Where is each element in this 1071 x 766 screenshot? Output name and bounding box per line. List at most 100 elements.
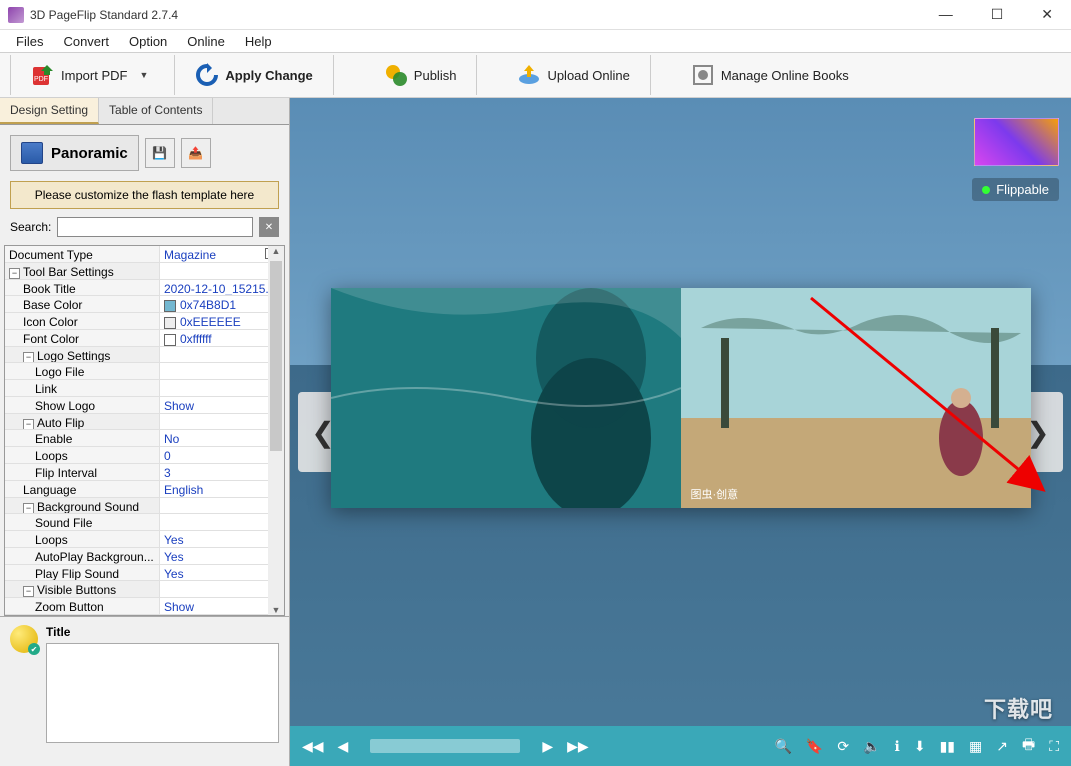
prop-key[interactable]: Play Flip Sound bbox=[5, 565, 160, 582]
prop-key[interactable]: Show Logo bbox=[5, 397, 160, 414]
prop-value[interactable]: Magazine▼ bbox=[160, 246, 284, 263]
import-pdf-button[interactable]: PDF Import PDF ▼ bbox=[23, 59, 162, 91]
prop-key[interactable]: Language bbox=[5, 481, 160, 498]
prop-value[interactable]: Yes bbox=[160, 548, 284, 565]
book-page-right[interactable]: 图虫·创意 bbox=[681, 288, 1031, 508]
last-page-button[interactable]: ▶▶ bbox=[567, 738, 589, 755]
book-page-left[interactable] bbox=[331, 288, 681, 508]
prop-value[interactable]: Yes bbox=[160, 531, 284, 548]
tab-design-setting[interactable]: Design Setting bbox=[0, 98, 99, 124]
book-preview[interactable]: 图虫·创意 bbox=[331, 288, 1031, 508]
first-page-button[interactable]: ◀◀ bbox=[302, 738, 324, 755]
prop-key[interactable]: Link bbox=[5, 380, 160, 397]
prop-value[interactable] bbox=[160, 498, 284, 515]
export-template-button[interactable]: 📤 bbox=[181, 138, 211, 168]
menu-convert[interactable]: Convert bbox=[55, 32, 117, 51]
autoflip-button[interactable]: ⟳ bbox=[837, 738, 849, 755]
prop-key[interactable]: Logo File bbox=[5, 363, 160, 380]
prop-key[interactable]: Sound File bbox=[5, 514, 160, 531]
search-input[interactable] bbox=[57, 217, 253, 237]
upload-online-button[interactable]: Upload Online bbox=[509, 59, 637, 91]
prop-key[interactable]: AutoPlay Backgroun... bbox=[5, 548, 160, 565]
bookmark-button[interactable]: 🔖 bbox=[806, 738, 823, 755]
prop-value[interactable]: 2020-12-10_15215... bbox=[160, 280, 284, 297]
prop-key[interactable]: Loops bbox=[5, 531, 160, 548]
prop-key[interactable]: Enable bbox=[5, 430, 160, 447]
prop-value[interactable] bbox=[160, 263, 284, 280]
prop-value[interactable]: 0xEEEEEE bbox=[160, 313, 284, 330]
prop-key[interactable]: Base Color bbox=[5, 296, 160, 313]
prop-value[interactable] bbox=[160, 363, 284, 380]
prop-value[interactable]: Show bbox=[160, 397, 284, 414]
toc-button[interactable]: ▮▮ bbox=[940, 738, 955, 755]
preview-thumbnail[interactable] bbox=[974, 118, 1059, 166]
prop-value[interactable] bbox=[160, 347, 284, 364]
page-slider[interactable] bbox=[370, 739, 520, 753]
prop-key[interactable]: −Logo Settings bbox=[5, 347, 160, 364]
zoom-button[interactable]: 🔍 bbox=[774, 738, 791, 755]
title-bar: 3D PageFlip Standard 2.7.4 — ☐ ✕ bbox=[0, 0, 1071, 30]
save-template-button[interactable]: 💾 bbox=[145, 138, 175, 168]
info-button[interactable]: ℹ bbox=[895, 738, 900, 755]
thumbnails-button[interactable]: ▦ bbox=[969, 738, 982, 755]
close-button[interactable]: ✕ bbox=[1031, 2, 1063, 27]
apply-change-icon bbox=[195, 63, 219, 87]
share-button[interactable]: ↗ bbox=[996, 738, 1008, 755]
control-bar: ◀◀ ◀ ▶ ▶▶ 🔍 🔖 ⟳ 🔈 ℹ ⬇ ▮▮ ▦ ↗ 🖶 ⛶ bbox=[290, 726, 1071, 766]
prop-value[interactable] bbox=[160, 414, 284, 431]
download-button[interactable]: ⬇ bbox=[914, 738, 926, 755]
prop-value[interactable] bbox=[160, 581, 284, 598]
publish-button[interactable]: Publish bbox=[376, 59, 465, 91]
prop-key[interactable]: −Visible Buttons bbox=[5, 581, 160, 598]
detail-text[interactable] bbox=[46, 643, 279, 743]
prop-value[interactable]: 0xffffff bbox=[160, 330, 284, 347]
panoramic-button[interactable]: Panoramic bbox=[10, 135, 139, 171]
panoramic-icon bbox=[21, 142, 43, 164]
sound-button[interactable]: 🔈 bbox=[863, 738, 880, 755]
fullscreen-button[interactable]: ⛶ bbox=[1049, 738, 1059, 755]
status-dot-icon bbox=[982, 186, 990, 194]
detail-icon bbox=[10, 625, 38, 653]
apply-change-button[interactable]: Apply Change bbox=[187, 59, 320, 91]
prop-value[interactable]: 3 bbox=[160, 464, 284, 481]
menu-option[interactable]: Option bbox=[121, 32, 175, 51]
prop-value[interactable]: Yes bbox=[160, 565, 284, 582]
tab-table-of-contents[interactable]: Table of Contents bbox=[99, 98, 213, 124]
prop-value[interactable]: No bbox=[160, 430, 284, 447]
prop-key[interactable]: Icon Color bbox=[5, 313, 160, 330]
menu-help[interactable]: Help bbox=[237, 32, 280, 51]
clear-search-button[interactable]: ✕ bbox=[259, 217, 279, 237]
prop-value[interactable]: Show bbox=[160, 598, 284, 615]
prop-key[interactable]: Document Type bbox=[5, 246, 160, 263]
import-dropdown-icon[interactable]: ▼ bbox=[133, 70, 154, 80]
prop-key[interactable]: Loops bbox=[5, 447, 160, 464]
prop-key[interactable]: −Tool Bar Settings bbox=[5, 263, 160, 280]
print-button[interactable]: 🖶 bbox=[1022, 734, 1035, 758]
property-scrollbar[interactable] bbox=[268, 246, 284, 615]
property-grid[interactable]: Document TypeMagazine▼−Tool Bar Settings… bbox=[5, 246, 284, 615]
prev-button[interactable]: ◀ bbox=[338, 738, 349, 755]
prop-value[interactable] bbox=[160, 514, 284, 531]
detail-title: Title bbox=[46, 625, 279, 639]
next-button[interactable]: ▶ bbox=[542, 738, 553, 755]
menu-online[interactable]: Online bbox=[179, 32, 233, 51]
maximize-button[interactable]: ☐ bbox=[981, 2, 1014, 27]
left-tabs: Design Setting Table of Contents bbox=[0, 98, 289, 125]
prop-value[interactable]: English bbox=[160, 481, 284, 498]
prop-key[interactable]: −Auto Flip bbox=[5, 414, 160, 431]
prop-key[interactable]: Flip Interval bbox=[5, 464, 160, 481]
toolbar: PDF Import PDF ▼ Apply Change Publish Up… bbox=[0, 52, 1071, 98]
app-icon bbox=[8, 7, 24, 23]
page-caption: 图虫·创意 bbox=[691, 486, 739, 502]
prop-value[interactable] bbox=[160, 380, 284, 397]
manage-books-button[interactable]: Manage Online Books bbox=[683, 59, 857, 91]
import-pdf-icon: PDF bbox=[31, 63, 55, 87]
prop-key[interactable]: Zoom Button bbox=[5, 598, 160, 615]
prop-value[interactable]: 0 bbox=[160, 447, 284, 464]
prop-key[interactable]: −Background Sound bbox=[5, 498, 160, 515]
menu-files[interactable]: Files bbox=[8, 32, 51, 51]
minimize-button[interactable]: — bbox=[929, 2, 963, 27]
prop-value[interactable]: 0x74B8D1 bbox=[160, 296, 284, 313]
prop-key[interactable]: Book Title bbox=[5, 280, 160, 297]
prop-key[interactable]: Font Color bbox=[5, 330, 160, 347]
